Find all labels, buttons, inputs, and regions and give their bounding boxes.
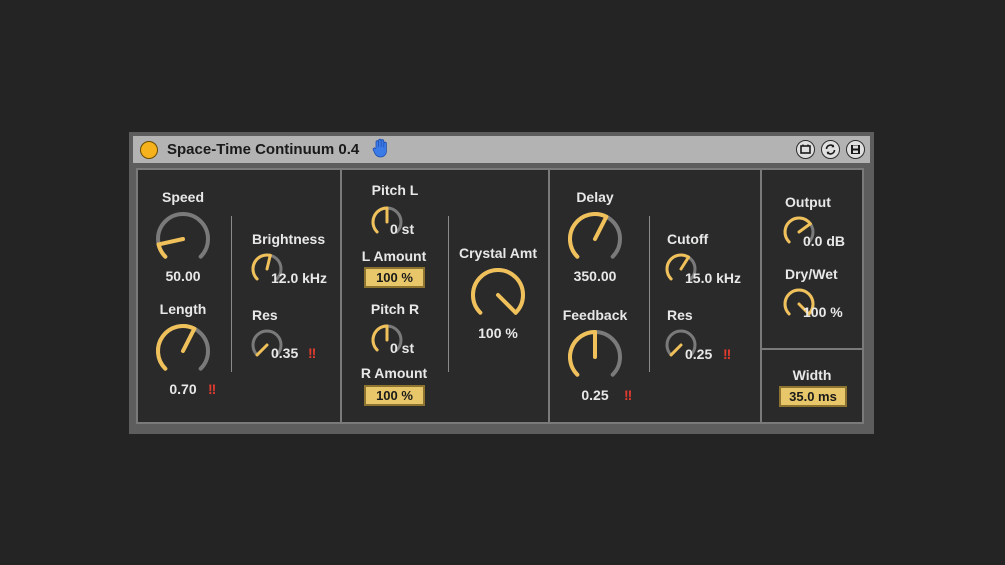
- device-power-button[interactable]: [140, 141, 158, 159]
- l-amount-box[interactable]: 100 %: [364, 267, 425, 288]
- map-button[interactable]: [796, 140, 815, 159]
- length-value[interactable]: 0.70: [169, 381, 196, 397]
- map-icon: [800, 144, 811, 154]
- brightness-label: Brightness: [252, 231, 326, 247]
- pitch-l-value[interactable]: 0 st: [390, 221, 414, 237]
- speed-value[interactable]: 50.00: [165, 268, 200, 284]
- r-amount-box[interactable]: 100 %: [364, 385, 425, 406]
- cutoff-value[interactable]: 15.0 kHz: [685, 270, 741, 286]
- delay-label: Delay: [576, 189, 614, 205]
- drywet-value[interactable]: 100 %: [803, 304, 843, 320]
- panel-pitch: Pitch L 0 st L Amount 100 % Pitch R 0 st…: [340, 168, 550, 424]
- pitch-r-value[interactable]: 0 st: [390, 340, 414, 356]
- panel-modulation: Speed 50.00 Length 0.70 !! Brightness 12…: [136, 168, 342, 424]
- device-title: Space-Time Continuum 0.4: [167, 141, 360, 158]
- speed-label: Speed: [161, 189, 205, 205]
- delay-value[interactable]: 350.00: [574, 268, 617, 284]
- output-label: Output: [785, 194, 831, 210]
- feedback-knob[interactable]: [566, 328, 624, 386]
- panel-divider: [649, 216, 650, 372]
- res1-label: Res: [252, 307, 278, 323]
- crystal-value[interactable]: 100 %: [478, 325, 518, 341]
- res2-label: Res: [667, 307, 693, 323]
- pitch-l-label: Pitch L: [371, 182, 419, 198]
- length-label: Length: [159, 301, 207, 317]
- hot-swap-icon: [825, 144, 836, 155]
- width-label: Width: [792, 367, 832, 383]
- res1-value[interactable]: 0.35: [271, 345, 298, 361]
- crystal-label: Crystal Amt: [458, 245, 538, 261]
- res1-warning: !!: [308, 345, 316, 361]
- hand-icon: [372, 138, 390, 163]
- feedback-label: Feedback: [562, 307, 628, 323]
- pitch-r-label: Pitch R: [370, 301, 420, 317]
- save-icon: [851, 145, 860, 154]
- res2-warning: !!: [723, 346, 731, 362]
- panel-width: Width 35.0 ms: [760, 348, 864, 424]
- length-warning: !!: [208, 381, 216, 397]
- output-value[interactable]: 0.0 dB: [803, 233, 845, 249]
- length-knob[interactable]: [154, 322, 212, 380]
- feedback-warning: !!: [624, 387, 632, 403]
- crystal-knob[interactable]: [469, 266, 527, 324]
- device-frame: Space-Time Continuum 0.4 Speed 50.00 Len…: [129, 132, 874, 434]
- delay-knob[interactable]: [566, 210, 624, 268]
- device-title-bar[interactable]: Space-Time Continuum 0.4: [133, 136, 870, 163]
- panel-delay: Delay 350.00 Feedback 0.25 !! Cutoff 15.…: [548, 168, 762, 424]
- save-button[interactable]: [846, 140, 865, 159]
- feedback-value[interactable]: 0.25: [581, 387, 608, 403]
- width-box[interactable]: 35.0 ms: [779, 386, 847, 407]
- l-amount-label: L Amount: [361, 248, 427, 264]
- drywet-label: Dry/Wet: [785, 266, 838, 282]
- speed-knob[interactable]: [154, 210, 212, 268]
- panel-divider: [231, 216, 232, 372]
- brightness-value[interactable]: 12.0 kHz: [271, 270, 327, 286]
- res2-value[interactable]: 0.25: [685, 346, 712, 362]
- panel-divider: [448, 216, 449, 372]
- panel-output: Output 0.0 dB Dry/Wet 100 %: [760, 168, 864, 350]
- hot-swap-button[interactable]: [821, 140, 840, 159]
- cutoff-label: Cutoff: [667, 231, 709, 247]
- r-amount-label: R Amount: [360, 365, 428, 381]
